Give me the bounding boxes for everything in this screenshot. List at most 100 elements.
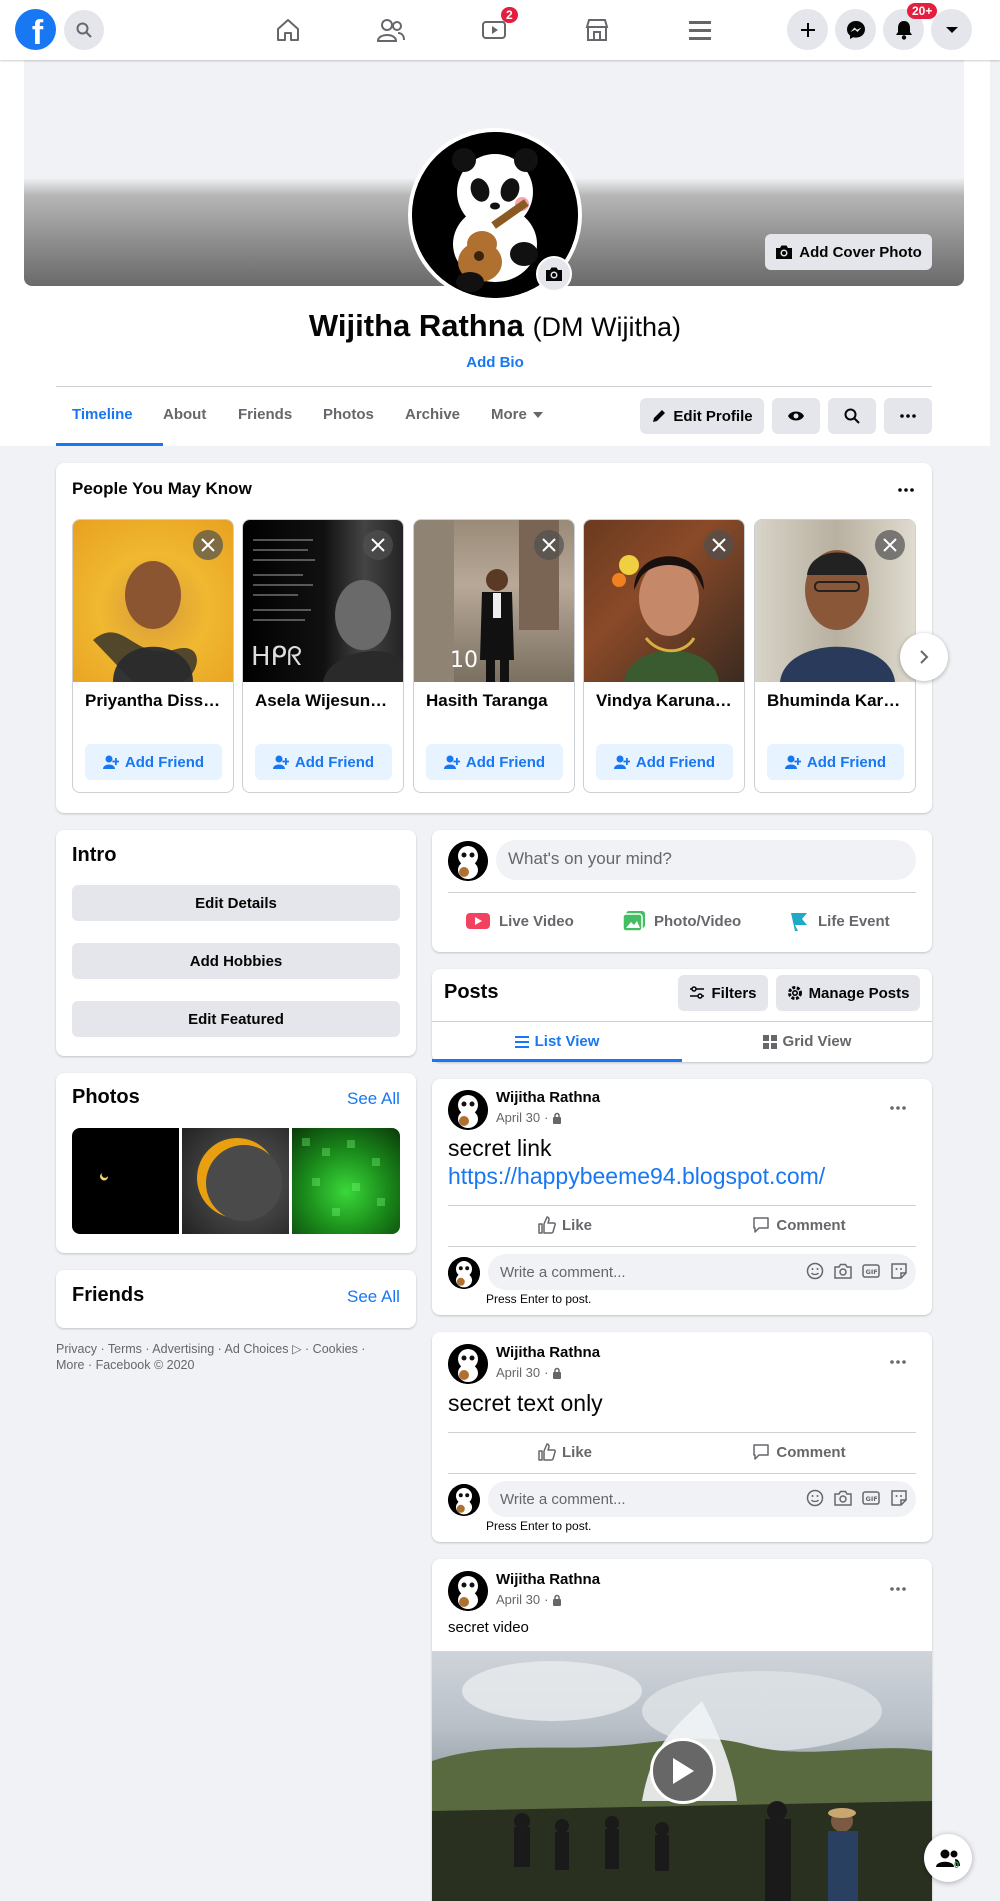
list-view-tab[interactable]: List View — [432, 1021, 682, 1062]
nav-menu[interactable] — [675, 12, 725, 48]
pymk-next-button[interactable] — [900, 633, 948, 681]
person-name[interactable]: Asela Wijesundara — [255, 691, 395, 711]
person-card[interactable]: Vindya Karunaratne Add Friend — [583, 519, 745, 793]
more-dots-icon — [900, 414, 916, 418]
person-card[interactable]: ᕼᑭᖇ Asela Wijesundara Add Friend — [242, 519, 404, 793]
person-name[interactable]: Priyantha Dissanayake — [85, 691, 225, 711]
messenger-button[interactable] — [835, 9, 876, 50]
tab-about[interactable]: About — [163, 406, 206, 423]
add-hobbies-button[interactable]: Add Hobbies — [72, 943, 400, 979]
tab-photos[interactable]: Photos — [323, 406, 374, 423]
dismiss-button[interactable] — [193, 530, 223, 560]
post-author-avatar[interactable] — [448, 1344, 488, 1384]
sticker-icon[interactable] — [890, 1262, 908, 1280]
like-button[interactable]: Like — [448, 1210, 682, 1240]
comment-input[interactable]: Write a comment... GIF — [488, 1481, 916, 1517]
press-enter-hint: Press Enter to post. — [486, 1519, 592, 1533]
add-friend-button[interactable]: Add Friend — [255, 744, 392, 780]
post-date[interactable]: April 30 — [496, 1110, 540, 1125]
person-card[interactable]: Priyantha Dissanayake Add Friend — [72, 519, 234, 793]
comment-button[interactable]: Comment — [682, 1437, 916, 1467]
gif-icon[interactable]: GIF — [862, 1489, 880, 1507]
search-profile-button[interactable] — [828, 398, 876, 434]
edit-featured-button[interactable]: Edit Featured — [72, 1001, 400, 1037]
add-friend-button[interactable]: Add Friend — [767, 744, 904, 780]
dismiss-button[interactable] — [875, 530, 905, 560]
person-card[interactable]: Bhuminda Karunaratne Add Friend — [754, 519, 916, 793]
account-menu-button[interactable] — [931, 9, 972, 50]
profile-more-button[interactable] — [884, 398, 932, 434]
gif-icon[interactable]: GIF — [862, 1262, 880, 1280]
post-author-avatar[interactable] — [448, 1090, 488, 1130]
person-name[interactable]: Bhuminda Karunaratne — [767, 691, 907, 711]
live-video-button[interactable]: Live Video — [465, 906, 574, 936]
post-author-name[interactable]: Wijitha Rathna — [496, 1344, 600, 1361]
friends-see-all-link[interactable]: See All — [347, 1287, 400, 1307]
post-author-name[interactable]: Wijitha Rathna — [496, 1571, 600, 1588]
view-as-button[interactable] — [772, 398, 820, 434]
photo-thumbnail[interactable] — [72, 1128, 179, 1234]
footer-links[interactable]: Privacy · Terms · Advertising · Ad Choic… — [56, 1341, 365, 1356]
camera-icon[interactable] — [834, 1489, 852, 1507]
nav-friends[interactable] — [366, 12, 416, 48]
composer-input[interactable]: What's on your mind? — [496, 840, 916, 880]
post-date[interactable]: April 30 — [496, 1592, 540, 1607]
like-button[interactable]: Like — [448, 1437, 682, 1467]
nav-home[interactable] — [263, 12, 313, 48]
edit-details-button[interactable]: Edit Details — [72, 885, 400, 921]
add-friend-button[interactable]: Add Friend — [596, 744, 733, 780]
post-author-name[interactable]: Wijitha Rathna — [496, 1089, 600, 1106]
panda-avatar-icon — [448, 841, 488, 881]
photo-thumbnail[interactable] — [182, 1128, 289, 1234]
post-link[interactable]: https://happybeeme94.blogspot.com/ — [448, 1163, 825, 1190]
add-friend-button[interactable]: Add Friend — [85, 744, 222, 780]
nav-watch[interactable]: 2 — [469, 7, 519, 48]
photos-see-all-link[interactable]: See All — [347, 1089, 400, 1109]
dismiss-button[interactable] — [363, 530, 393, 560]
filters-button[interactable]: Filters — [678, 975, 768, 1011]
camera-icon — [546, 267, 562, 281]
comment-input[interactable]: Write a comment... GIF — [488, 1254, 916, 1290]
post-options-button[interactable] — [882, 1352, 914, 1372]
post-options-button[interactable] — [882, 1098, 914, 1118]
facebook-logo-icon[interactable]: f — [15, 9, 56, 52]
comment-button[interactable]: Comment — [682, 1210, 916, 1240]
add-friend-button[interactable]: Add Friend — [426, 744, 563, 780]
add-bio-link[interactable]: Add Bio — [0, 354, 990, 371]
person-name[interactable]: Hasith Taranga — [426, 691, 566, 711]
emoji-icon[interactable] — [806, 1489, 824, 1507]
top-navigation-bar: f 2 20+ — [0, 0, 1000, 60]
tab-archive[interactable]: Archive — [405, 406, 460, 423]
emoji-icon[interactable] — [806, 1262, 824, 1280]
panda-avatar-icon — [448, 1257, 480, 1289]
photo-video-button[interactable]: Photo/Video — [622, 906, 741, 936]
sticker-icon[interactable] — [890, 1489, 908, 1507]
post-options-button[interactable] — [882, 1579, 914, 1599]
video-player[interactable] — [432, 1651, 932, 1901]
person-name[interactable]: Vindya Karunaratne — [596, 691, 736, 711]
life-event-button[interactable]: Life Event — [788, 906, 890, 936]
update-profile-picture-button[interactable] — [536, 256, 572, 292]
person-card[interactable]: 10 Hasith Taranga Add Friend — [413, 519, 575, 793]
post-date[interactable]: April 30 — [496, 1365, 540, 1380]
add-cover-photo-button[interactable]: Add Cover Photo — [765, 234, 932, 270]
search-button[interactable] — [64, 10, 104, 50]
edit-profile-button[interactable]: Edit Profile — [640, 398, 764, 434]
manage-posts-button[interactable]: Manage Posts — [776, 975, 920, 1011]
tab-more[interactable]: More — [491, 406, 543, 423]
grid-view-tab[interactable]: Grid View — [682, 1021, 932, 1062]
tab-friends[interactable]: Friends — [238, 406, 292, 423]
post-author-avatar[interactable] — [448, 1571, 488, 1611]
nav-marketplace[interactable] — [572, 12, 622, 48]
camera-icon[interactable] — [834, 1262, 852, 1280]
contacts-chat-button[interactable]: 0 — [924, 1834, 972, 1882]
create-button[interactable] — [787, 9, 828, 50]
notifications-button[interactable]: 20+ — [883, 3, 938, 50]
dismiss-button[interactable] — [534, 530, 564, 560]
photo-thumbnail[interactable] — [292, 1128, 400, 1234]
pymk-title: People You May Know — [72, 479, 252, 498]
play-button[interactable] — [650, 1738, 716, 1804]
tab-timeline[interactable]: Timeline — [72, 406, 133, 423]
pymk-more-button[interactable] — [890, 480, 922, 500]
dismiss-button[interactable] — [704, 530, 734, 560]
